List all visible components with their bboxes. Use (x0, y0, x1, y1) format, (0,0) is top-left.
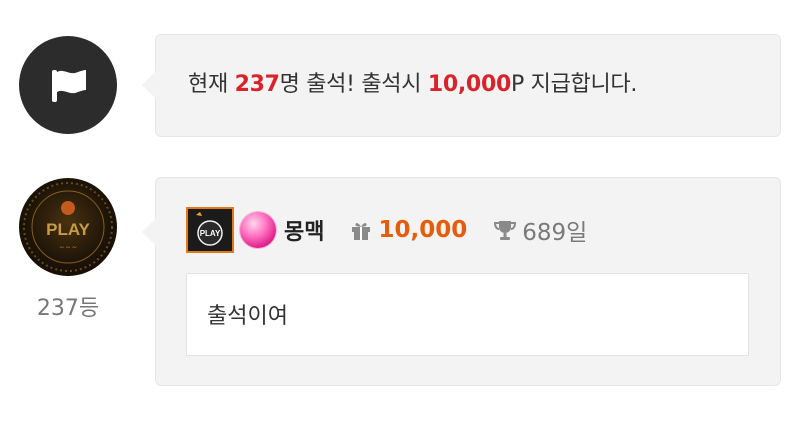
points-value: 10,000 (378, 217, 468, 243)
level-orb-icon (240, 212, 276, 248)
avatar-logo-text: PLAY (46, 220, 90, 239)
attendance-notice: 현재 237명 출석! 출석시 10,000P 지급합니다. (142, 34, 781, 137)
svg-text:~ ~ ~: ~ ~ ~ (60, 243, 78, 252)
comment-card: PLAY 몽맥 10,000 689일 출석이여 (142, 177, 781, 386)
notice-text: 현재 237명 출석! 출석시 10,000P 지급합니다. (188, 72, 638, 97)
rank-label: 237등 (36, 296, 100, 321)
comment-meta: PLAY 몽맥 10,000 689일 (186, 207, 587, 253)
gift-icon (350, 219, 372, 241)
avatar[interactable]: PLAY ~ ~ ~ (19, 178, 117, 276)
trophy-icon (493, 218, 517, 242)
flag-icon (19, 36, 117, 134)
nickname[interactable]: 몽맥 (284, 214, 324, 246)
attendance-count: 237 (234, 72, 280, 97)
attendance-days: 689일 (522, 220, 588, 246)
play-badge-icon: PLAY (186, 207, 234, 253)
reward-amount: 10,000 (427, 72, 511, 97)
badge-text: PLAY (200, 229, 221, 238)
comment-text: 출석이여 (207, 304, 288, 329)
comment-box: 출석이여 (186, 273, 749, 356)
